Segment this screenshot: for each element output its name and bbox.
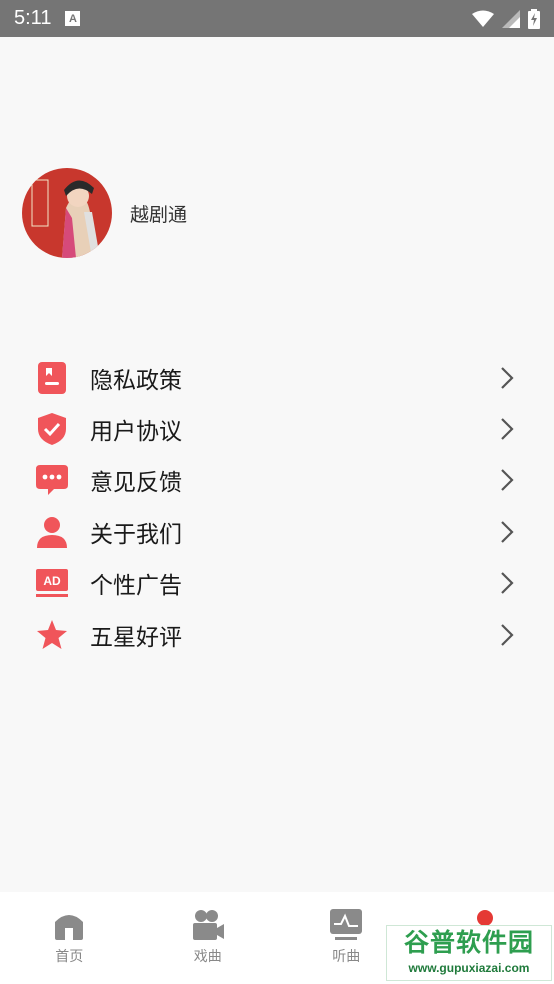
- menu-item-label: 个性广告: [90, 573, 182, 600]
- menu-item-label: 隐私政策: [90, 367, 182, 394]
- tab-opera[interactable]: 戏曲: [139, 892, 278, 984]
- watermark-url: www.gupuxiazai.com: [408, 961, 530, 975]
- chat-bubble-icon: [36, 464, 68, 496]
- status-time: 5:11: [14, 7, 52, 29]
- status-bar: 5:11 A: [0, 0, 554, 37]
- audio-screen-icon: [330, 909, 363, 940]
- chevron-right-icon: [501, 418, 514, 440]
- document-icon: [36, 361, 68, 394]
- menu-item-about-us[interactable]: 关于我们: [0, 506, 554, 557]
- menu-item-label: 关于我们: [90, 521, 182, 548]
- menu-item-label: 意见反馈: [90, 470, 182, 497]
- ad-icon: AD: [36, 567, 68, 599]
- tab-label: 首页: [55, 949, 84, 965]
- tab-label: 戏曲: [193, 949, 222, 965]
- chevron-right-icon: [501, 469, 514, 492]
- menu-item-feedback[interactable]: 意见反馈: [0, 455, 554, 506]
- home-icon: [55, 915, 84, 940]
- person-icon: [36, 516, 68, 548]
- profile-header[interactable]: 越剧通: [22, 168, 187, 258]
- text-input-indicator-icon: A: [65, 11, 81, 26]
- settings-menu: 隐私政策 用户协议 意见反馈 关于我们 AD 个性广告 五星好评: [0, 352, 554, 660]
- chevron-right-icon: [501, 572, 514, 595]
- menu-item-privacy-policy[interactable]: 隐私政策: [0, 352, 554, 403]
- chevron-right-icon: [501, 623, 514, 646]
- ad-icon-text: AD: [43, 574, 61, 588]
- chevron-right-icon: [501, 366, 514, 389]
- avatar[interactable]: [22, 168, 112, 258]
- menu-item-user-agreement[interactable]: 用户协议: [0, 403, 554, 454]
- tab-label: 听曲: [332, 949, 361, 965]
- watermark-title: 谷普软件园: [403, 928, 534, 957]
- menu-item-label: 五星好评: [90, 624, 182, 651]
- battery-charging-icon: [528, 8, 540, 29]
- chevron-right-icon: [501, 521, 514, 543]
- profile-name: 越剧通: [130, 203, 188, 226]
- wifi-icon: [472, 10, 494, 27]
- menu-item-rate-five-stars[interactable]: 五星好评: [0, 609, 554, 660]
- profile-icon: [476, 910, 493, 926]
- tab-home[interactable]: 首页: [0, 892, 139, 984]
- signal-icon: [502, 9, 520, 28]
- video-camera-icon: [192, 910, 224, 940]
- star-icon: [36, 619, 68, 651]
- shield-check-icon: [36, 413, 68, 446]
- menu-item-personalized-ads[interactable]: AD 个性广告: [0, 558, 554, 609]
- menu-item-label: 用户协议: [90, 419, 182, 446]
- watermark: 谷普软件园 www.gupuxiazai.com: [386, 925, 552, 981]
